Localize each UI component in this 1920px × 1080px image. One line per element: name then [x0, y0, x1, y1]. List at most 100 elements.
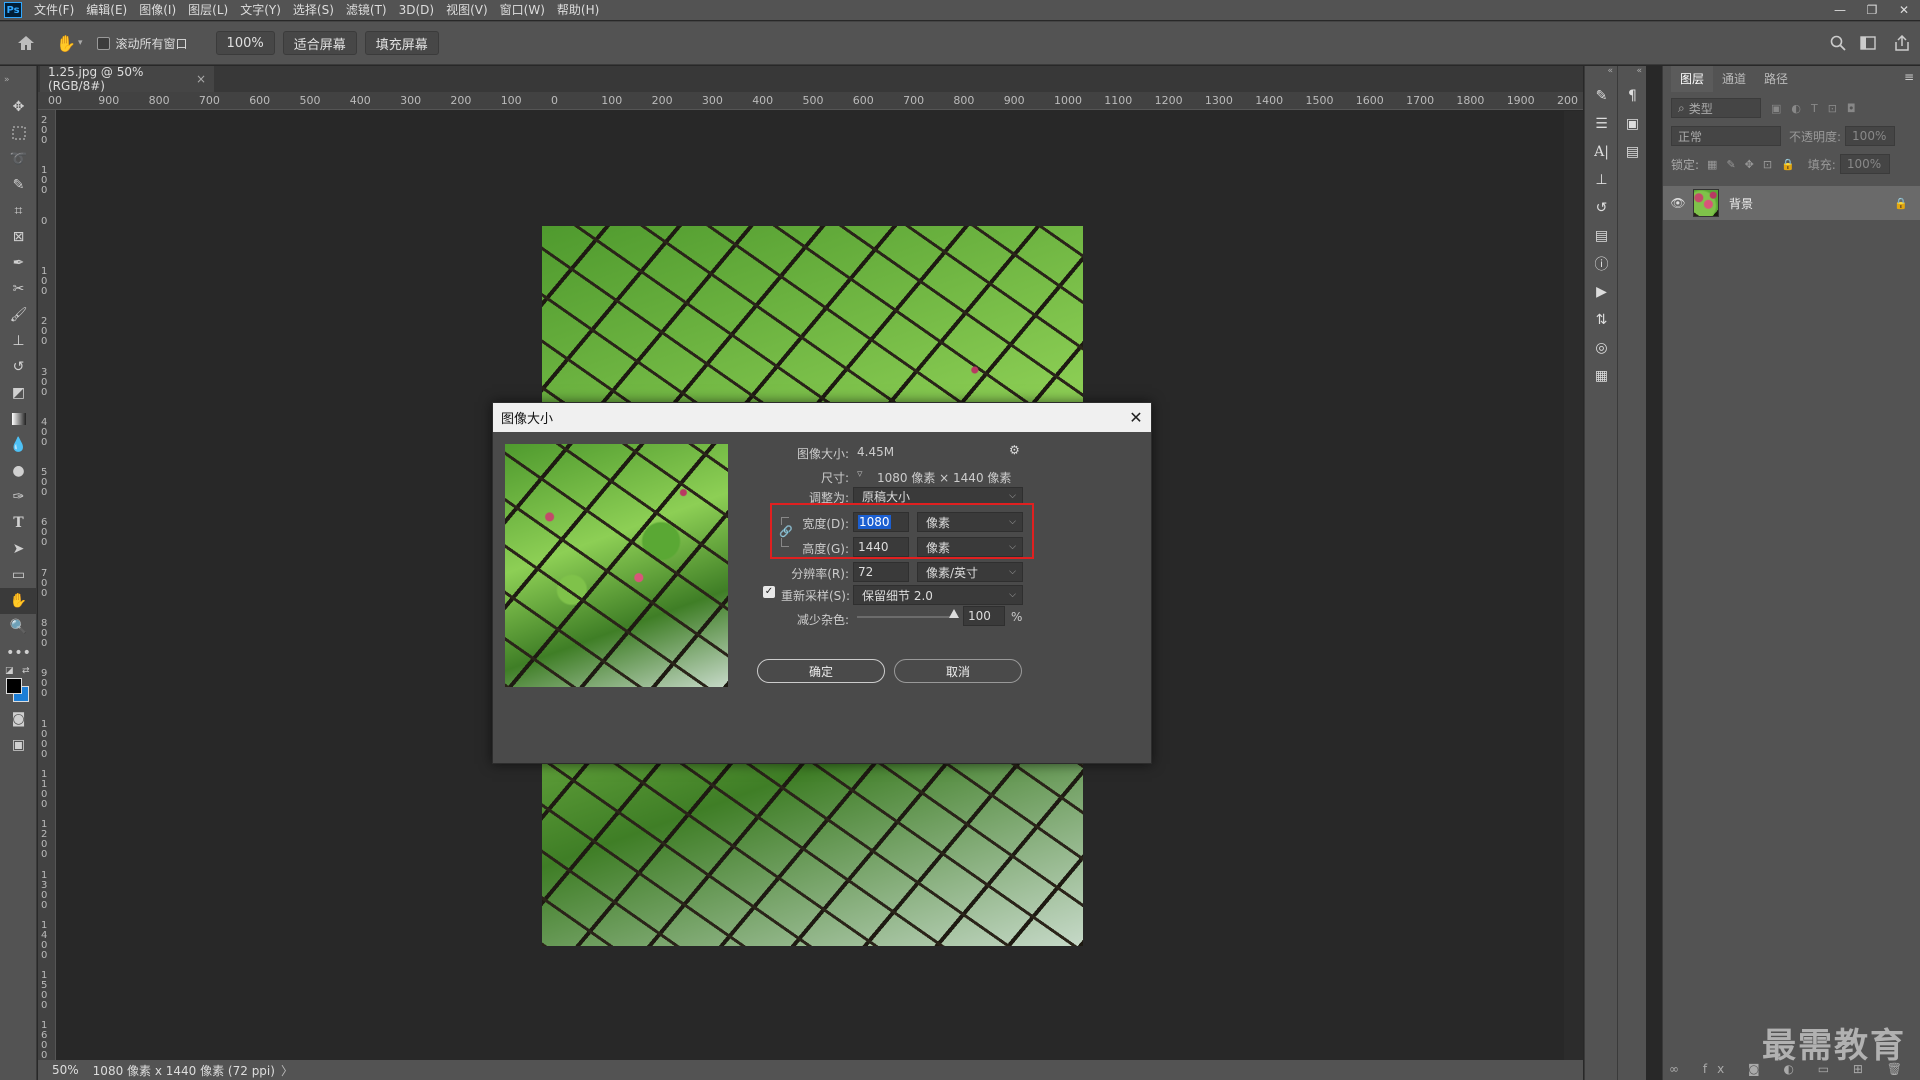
eraser-tool-icon[interactable]: ◩	[0, 380, 37, 406]
preview-image[interactable]	[505, 444, 728, 687]
zoom-tool-icon[interactable]: 🔍	[0, 614, 37, 640]
color-swatches[interactable]: ◪ ⇄	[0, 666, 36, 706]
menu-help[interactable]: 帮助(H)	[551, 0, 605, 20]
tool-preset-chevron-icon[interactable]: ▾	[78, 38, 83, 48]
zoom-level[interactable]: 50%	[52, 1063, 79, 1077]
layer-filter-select[interactable]: ⌕ 类型	[1671, 98, 1761, 118]
path-selection-tool-icon[interactable]: ➤	[0, 536, 37, 562]
zoom-100-button[interactable]: 100%	[215, 31, 275, 55]
panel-menu-icon[interactable]: ≡	[1904, 70, 1914, 84]
noise-input[interactable]: 100	[963, 606, 1005, 626]
opacity-input[interactable]: 100%	[1845, 126, 1896, 146]
hand-tool-icon[interactable]: ✋	[0, 588, 37, 614]
tab-layers[interactable]: 图层	[1671, 66, 1714, 92]
menu-window[interactable]: 窗口(W)	[494, 0, 551, 20]
menu-type[interactable]: 文字(Y)	[234, 0, 287, 20]
status-menu-arrow-icon[interactable]: 〉	[281, 1062, 293, 1079]
menu-edit[interactable]: 编辑(E)	[80, 0, 133, 20]
share-icon[interactable]	[1890, 31, 1914, 55]
restore-button[interactable]: ❐	[1856, 0, 1888, 20]
layer-row[interactable]: 👁 背景 🔒	[1663, 186, 1920, 220]
hand-tool-icon[interactable]: ✋	[54, 31, 78, 55]
resample-select[interactable]: 保留细节 2.0 ⌵	[853, 585, 1023, 605]
quick-selection-tool-icon[interactable]: ✎	[0, 172, 37, 198]
fill-input[interactable]: 100%	[1839, 154, 1890, 174]
close-window-button[interactable]: ✕	[1888, 0, 1920, 20]
history-icon[interactable]: ↺	[1585, 194, 1618, 222]
noise-slider-track[interactable]	[857, 616, 957, 618]
paragraph-icon[interactable]: ¶	[1618, 82, 1647, 110]
ok-button[interactable]: 确定	[757, 659, 885, 683]
height-unit-select[interactable]: 像素 ⌵	[917, 537, 1023, 557]
marquee-tool-icon[interactable]	[0, 120, 37, 146]
document-tab[interactable]: 1.25.jpg @ 50%(RGB/8#) ×	[40, 65, 214, 93]
lasso-tool-icon[interactable]: ➰	[0, 146, 37, 172]
info-icon[interactable]: ⓘ	[1585, 250, 1618, 278]
visibility-eye-icon[interactable]: 👁	[1663, 196, 1693, 210]
menu-image[interactable]: 图像(I)	[133, 0, 182, 20]
collapse-panels-icon[interactable]: «	[1585, 66, 1617, 82]
pen-tool-icon[interactable]: ✑	[0, 484, 37, 510]
height-input[interactable]: 1440	[853, 537, 909, 557]
search-icon[interactable]	[1826, 31, 1850, 55]
home-icon[interactable]	[14, 31, 38, 55]
collapse-toolbar-icon[interactable]: »	[0, 66, 36, 94]
default-colors-icon[interactable]: ◪	[5, 666, 14, 676]
noise-slider-handle[interactable]	[949, 609, 959, 618]
dialog-close-button[interactable]: ✕	[1121, 403, 1151, 432]
collapse-panels-2-icon[interactable]: «	[1618, 66, 1646, 82]
fit-screen-button[interactable]: 适合屏幕	[282, 31, 357, 55]
properties-icon[interactable]: ▤	[1585, 222, 1618, 250]
resolution-unit-select[interactable]: 像素/英寸 ⌵	[917, 562, 1023, 582]
table-icon[interactable]: ▦	[1585, 362, 1618, 390]
3d-icon[interactable]: ◎	[1585, 334, 1618, 362]
dodge-tool-icon[interactable]: ●	[0, 458, 37, 484]
menu-3d[interactable]: 3D(D)	[393, 0, 440, 20]
blur-tool-icon[interactable]: 💧	[0, 432, 37, 458]
menu-view[interactable]: 视图(V)	[440, 0, 494, 20]
character-icon[interactable]: A|	[1585, 138, 1618, 166]
more-tools-icon[interactable]: •••	[0, 640, 37, 666]
history-brush-tool-icon[interactable]: ↺	[0, 354, 37, 380]
foreground-color-swatch[interactable]	[6, 678, 22, 694]
crop-tool-icon[interactable]: ⌗	[0, 198, 37, 224]
menu-file[interactable]: 文件(F)	[28, 0, 80, 20]
actions-play-icon[interactable]: ▶	[1585, 278, 1618, 306]
brush-settings-icon[interactable]: ✎	[1585, 82, 1618, 110]
canvas-scrollbar[interactable]	[1564, 111, 1583, 1060]
gradient-tool-icon[interactable]	[0, 406, 37, 432]
adjustments-icon[interactable]: ☰	[1585, 110, 1618, 138]
type-tool-icon[interactable]: T	[0, 510, 37, 536]
fill-screen-button[interactable]: 填充屏幕	[364, 31, 439, 55]
swatches-icon[interactable]: ▣	[1618, 110, 1647, 138]
cancel-button[interactable]: 取消	[894, 659, 1022, 683]
layer-comps-icon[interactable]: ⇅	[1585, 306, 1618, 334]
frame-tool-icon[interactable]: ⊠	[0, 224, 37, 250]
tab-channels[interactable]: 通道	[1713, 66, 1755, 92]
quick-mask-icon[interactable]: ◙	[0, 706, 37, 732]
resolution-input[interactable]: 72	[853, 562, 909, 582]
clone-stamp-tool-icon[interactable]: ⊥	[0, 328, 37, 354]
layer-filter-icons[interactable]: ▣◐T⊡◘	[1771, 102, 1866, 115]
width-input[interactable]: 1080	[853, 512, 909, 532]
rectangle-tool-icon[interactable]: ▭	[0, 562, 37, 588]
menu-select[interactable]: 选择(S)	[287, 0, 340, 20]
move-tool-icon[interactable]: ✥	[0, 94, 37, 120]
blend-mode-select[interactable]: 正常	[1671, 126, 1781, 146]
layer-name[interactable]: 背景	[1729, 195, 1894, 212]
lock-icons[interactable]: ▦✎✥⊡🔒	[1707, 158, 1804, 171]
brush-tool-icon[interactable]: 🖌	[0, 302, 37, 328]
swap-colors-icon[interactable]: ⇄	[22, 666, 30, 676]
clone-source-icon[interactable]: ⊥	[1585, 166, 1618, 194]
width-unit-select[interactable]: 像素 ⌵	[917, 512, 1023, 532]
notes-icon[interactable]: ▤	[1618, 138, 1647, 166]
tab-paths[interactable]: 路径	[1755, 66, 1797, 92]
healing-brush-tool-icon[interactable]: ✂	[0, 276, 37, 302]
menu-filter[interactable]: 滤镜(T)	[340, 0, 393, 20]
settings-gear-icon[interactable]: ⚙	[1009, 443, 1020, 457]
eyedropper-tool-icon[interactable]: ✒	[0, 250, 37, 276]
menu-layer[interactable]: 图层(L)	[182, 0, 234, 20]
screen-mode-icon[interactable]: ▣	[0, 732, 37, 758]
resample-checkbox[interactable]: ✓	[763, 586, 775, 598]
minimize-button[interactable]: —	[1824, 0, 1856, 20]
